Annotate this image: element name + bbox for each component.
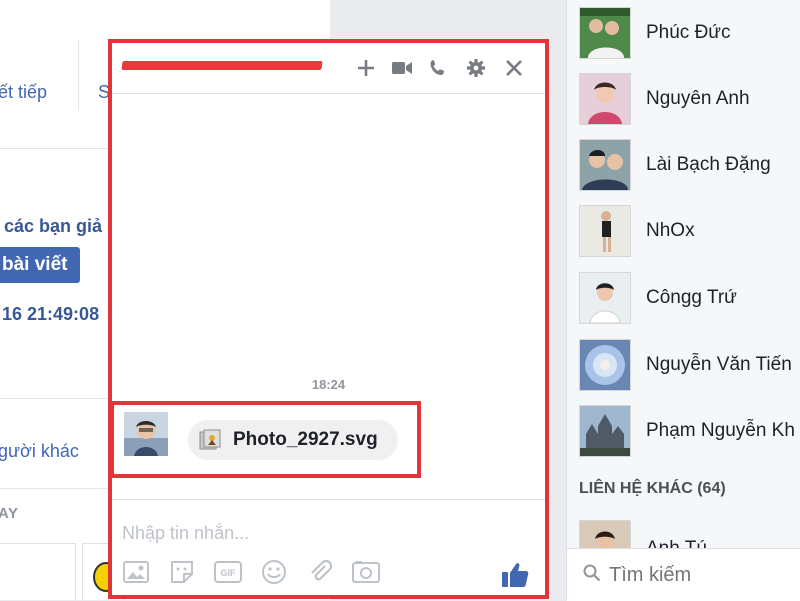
message-time: 18:24 <box>311 377 346 392</box>
video-icon[interactable] <box>388 54 416 82</box>
avatar[interactable] <box>124 412 168 456</box>
avatar <box>579 205 631 257</box>
attach-icon[interactable] <box>306 558 334 586</box>
avatar <box>579 73 631 125</box>
contact-name: Anh Tú <box>646 538 707 548</box>
contact-name: NhOx <box>646 220 695 241</box>
contact-item[interactable]: Nguyễn Văn Tiến <box>579 337 800 393</box>
file-name[interactable]: Photo_2927.svg <box>233 429 378 451</box>
section-header: LIÊN HỆ KHÁC (64) <box>579 480 726 497</box>
camera-icon[interactable] <box>352 558 380 586</box>
gif-icon[interactable]: GIF <box>214 558 242 586</box>
photo-icon[interactable] <box>122 558 150 586</box>
contact-search <box>567 548 800 601</box>
contact-name: Phạm Nguyễn Kh <box>646 420 795 441</box>
conversation-area[interactable]: 18:24 Photo_2927.svg <box>112 94 545 499</box>
avatar <box>579 405 631 457</box>
like-button[interactable] <box>499 558 531 590</box>
contact-item[interactable]: Lài Bạch Đặng <box>579 137 800 193</box>
message-composer: GIF <box>112 499 545 596</box>
friends-link[interactable]: các bạn giả <box>4 216 102 237</box>
message-row: Photo_2927.svg <box>118 408 418 468</box>
others-link[interactable]: gười khác <box>0 441 79 462</box>
search-icon <box>583 564 601 587</box>
avatar <box>579 139 631 191</box>
post-timestamp[interactable]: 16 21:49:08 <box>2 304 99 325</box>
avatar <box>579 7 631 59</box>
emoji-icon[interactable] <box>260 558 288 586</box>
file-icon <box>198 428 222 452</box>
avatar <box>579 339 631 391</box>
continue-link[interactable]: ết tiếp <box>0 82 47 103</box>
thumbs-up-icon <box>502 563 529 587</box>
chat-window: 18:24 Photo_2927.svg Nhập tin nhắn... GI… <box>108 39 549 599</box>
contact-name: Nguyễn Văn Tiến <box>646 354 792 375</box>
section-label: AY <box>0 505 19 522</box>
avatar <box>579 272 631 324</box>
chat-header[interactable] <box>112 43 545 94</box>
contact-item[interactable]: Nguyên Anh <box>579 71 800 127</box>
divider <box>78 40 79 110</box>
contact-name: Côngg Trứ <box>646 287 737 308</box>
write-post-button[interactable]: bài viết <box>0 247 80 283</box>
contacts-sidebar: Phúc Đức Nguyên Anh Lài Bạch Đặng NhOx C… <box>566 0 800 601</box>
sticker-icon[interactable] <box>168 558 196 586</box>
contact-item[interactable]: Phúc Đức <box>579 5 800 61</box>
message-input[interactable] <box>120 518 524 548</box>
contact-item[interactable]: Anh Tú <box>579 520 800 548</box>
contact-name: Lài Bạch Đặng <box>646 154 771 175</box>
avatar <box>579 520 631 548</box>
story-card[interactable] <box>0 543 76 600</box>
contact-item[interactable]: Côngg Trứ <box>579 270 800 326</box>
phone-icon[interactable] <box>424 54 452 82</box>
close-icon[interactable] <box>500 54 528 82</box>
redacted-name <box>121 61 323 70</box>
contact-name: Nguyên Anh <box>646 88 750 109</box>
contact-name: Phúc Đức <box>646 22 731 43</box>
file-attachment[interactable]: Photo_2927.svg <box>188 420 398 460</box>
contact-item[interactable]: NhOx <box>579 203 800 259</box>
svg-text:GIF: GIF <box>221 568 237 578</box>
contact-item[interactable]: Phạm Nguyễn Kh <box>579 403 800 459</box>
gear-icon[interactable] <box>462 54 490 82</box>
plus-icon[interactable] <box>352 54 380 82</box>
search-input[interactable] <box>607 562 791 588</box>
